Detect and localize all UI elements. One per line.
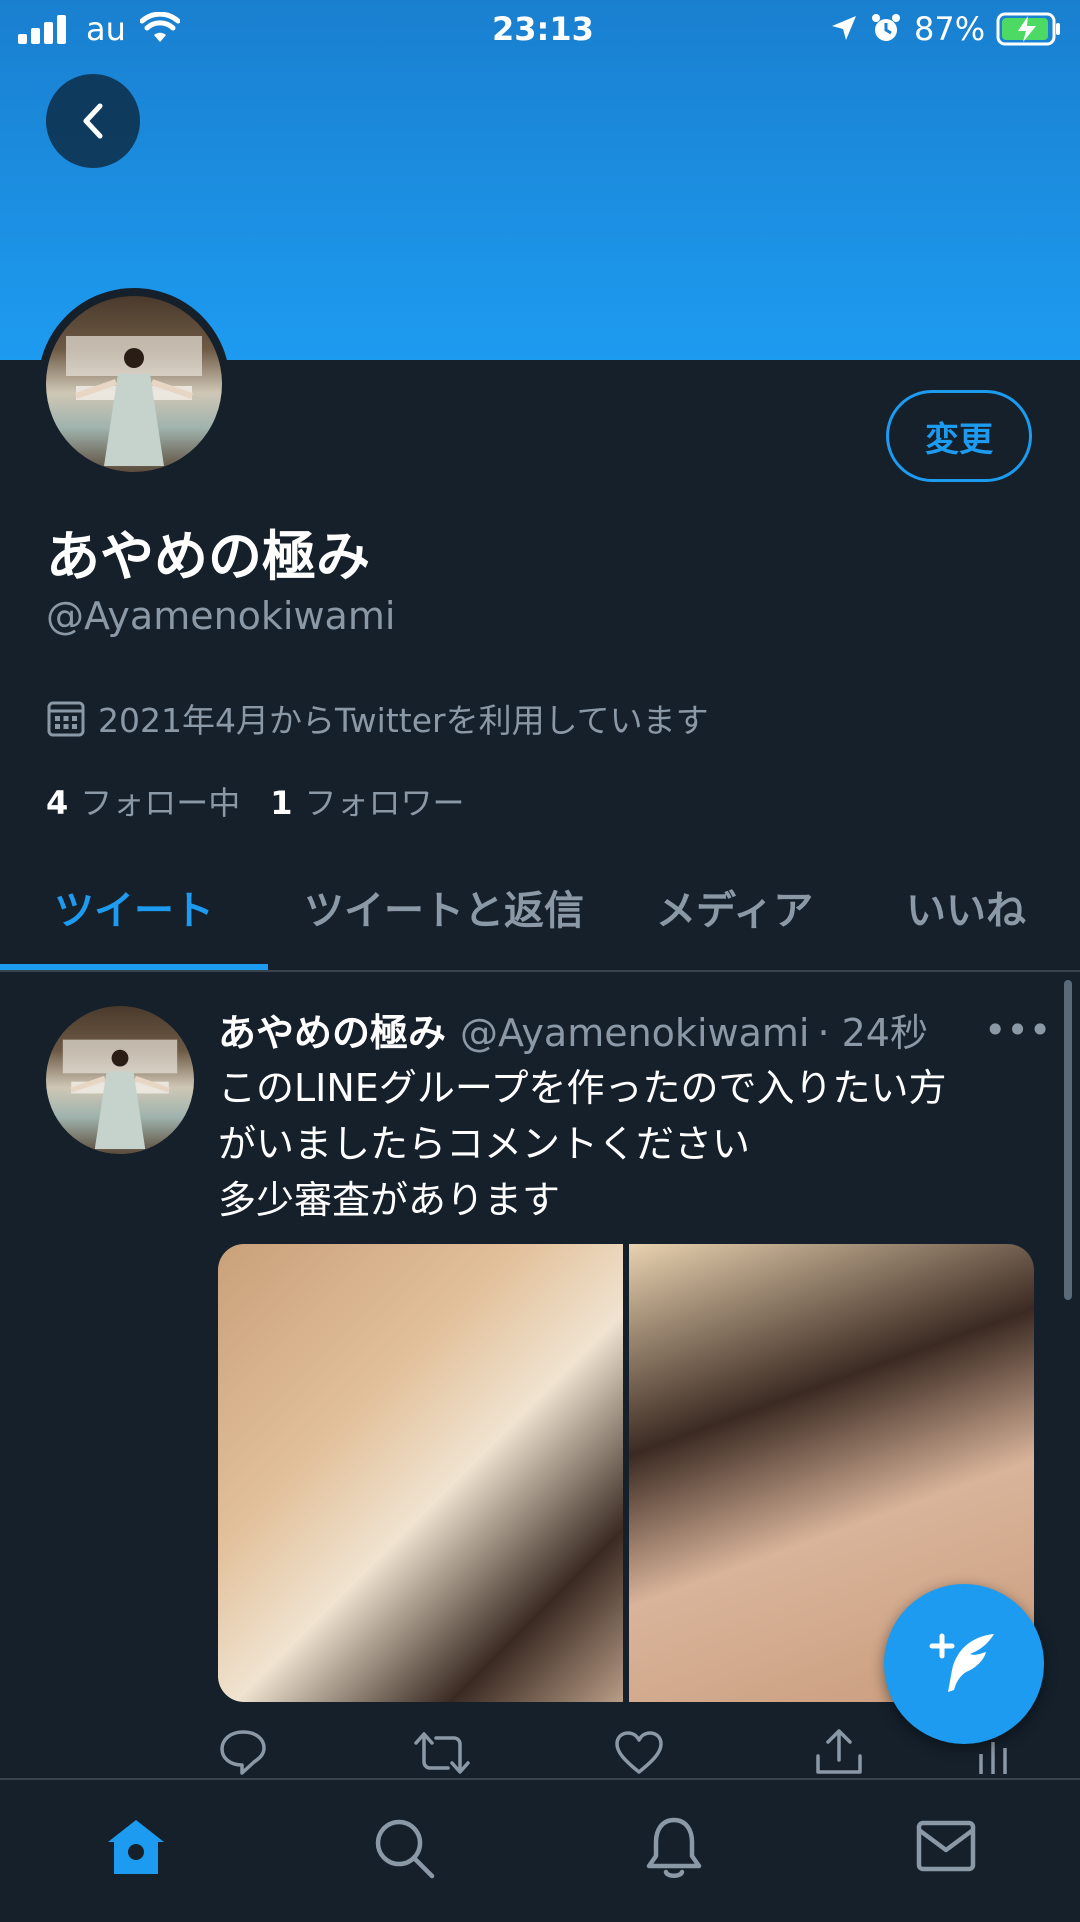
retweet-icon[interactable] <box>414 1730 470 1776</box>
location-arrow-icon <box>832 16 856 40</box>
signal-icon <box>18 14 70 44</box>
bottom-navigation <box>0 1778 1080 1922</box>
reply-icon[interactable] <box>218 1728 268 1776</box>
back-button[interactable] <box>46 74 140 168</box>
mail-icon[interactable] <box>916 1820 976 1872</box>
calendar-icon <box>47 701 85 737</box>
clock-time: 23:13 <box>492 10 594 48</box>
follow-stats: 4 フォロー中 1 フォロワー <box>46 778 465 824</box>
share-icon[interactable] <box>814 1728 864 1776</box>
wifi-icon <box>140 12 180 42</box>
join-date: 2021年4月からTwitterを利用しています <box>46 694 709 742</box>
alarm-icon <box>872 14 900 41</box>
profile-handle: @Ayamenokiwami <box>46 594 396 638</box>
profile-name: あやめの極み <box>46 525 370 588</box>
compose-tweet-button[interactable] <box>884 1584 1044 1744</box>
tab-media[interactable]: メディア <box>656 878 813 936</box>
tweet-text: このLINEグループを作ったので入りたい方 がいましたらコメントください 多少審… <box>218 1066 947 1222</box>
compose-feather-icon <box>929 1633 994 1692</box>
tweet-actions <box>0 1728 1080 1778</box>
followers-label: フォロワー <box>304 784 465 822</box>
battery-percent: 87% <box>914 10 986 48</box>
join-date-text: 2021年4月からTwitterを利用しています <box>98 701 709 740</box>
battery-charging-icon <box>996 12 1060 46</box>
tweet-author-name[interactable]: あやめの極み <box>218 1011 446 1055</box>
scrollbar[interactable] <box>1064 980 1072 1300</box>
bell-icon[interactable] <box>644 1816 704 1880</box>
following-link[interactable]: 4 フォロー中 <box>46 778 240 824</box>
home-icon[interactable] <box>104 1816 168 1878</box>
tweet-avatar[interactable] <box>46 1006 194 1154</box>
following-label: フォロー中 <box>80 784 241 822</box>
tab-likes[interactable]: いいね <box>906 878 1026 936</box>
status-bar: au 23:13 87% <box>0 0 1080 60</box>
like-icon[interactable] <box>614 1730 664 1776</box>
followers-count: 1 <box>270 784 293 822</box>
profile-avatar[interactable] <box>38 288 230 480</box>
followers-link[interactable]: 1 フォロワー <box>270 778 464 824</box>
tweet-photo-1[interactable] <box>218 1244 623 1702</box>
following-count: 4 <box>46 784 69 822</box>
tabs-divider <box>0 970 1080 972</box>
tweet-author-handle: @Ayamenokiwami <box>460 1011 810 1055</box>
tweet-more-menu[interactable]: ••• <box>984 1008 1051 1052</box>
edit-profile-button[interactable]: 変更 <box>886 390 1032 482</box>
tweet-header: あやめの極み @Ayamenokiwami · 24秒 <box>218 1002 928 1057</box>
tab-tweets-and-replies[interactable]: ツイートと返信 <box>304 878 584 936</box>
carrier-label: au <box>86 10 126 48</box>
search-icon[interactable] <box>372 1816 436 1880</box>
tweet-timestamp: · 24秒 <box>817 1011 928 1055</box>
tab-tweets[interactable]: ツイート <box>54 878 214 936</box>
avatar-photo <box>46 296 222 472</box>
chevron-left-icon <box>83 103 103 139</box>
